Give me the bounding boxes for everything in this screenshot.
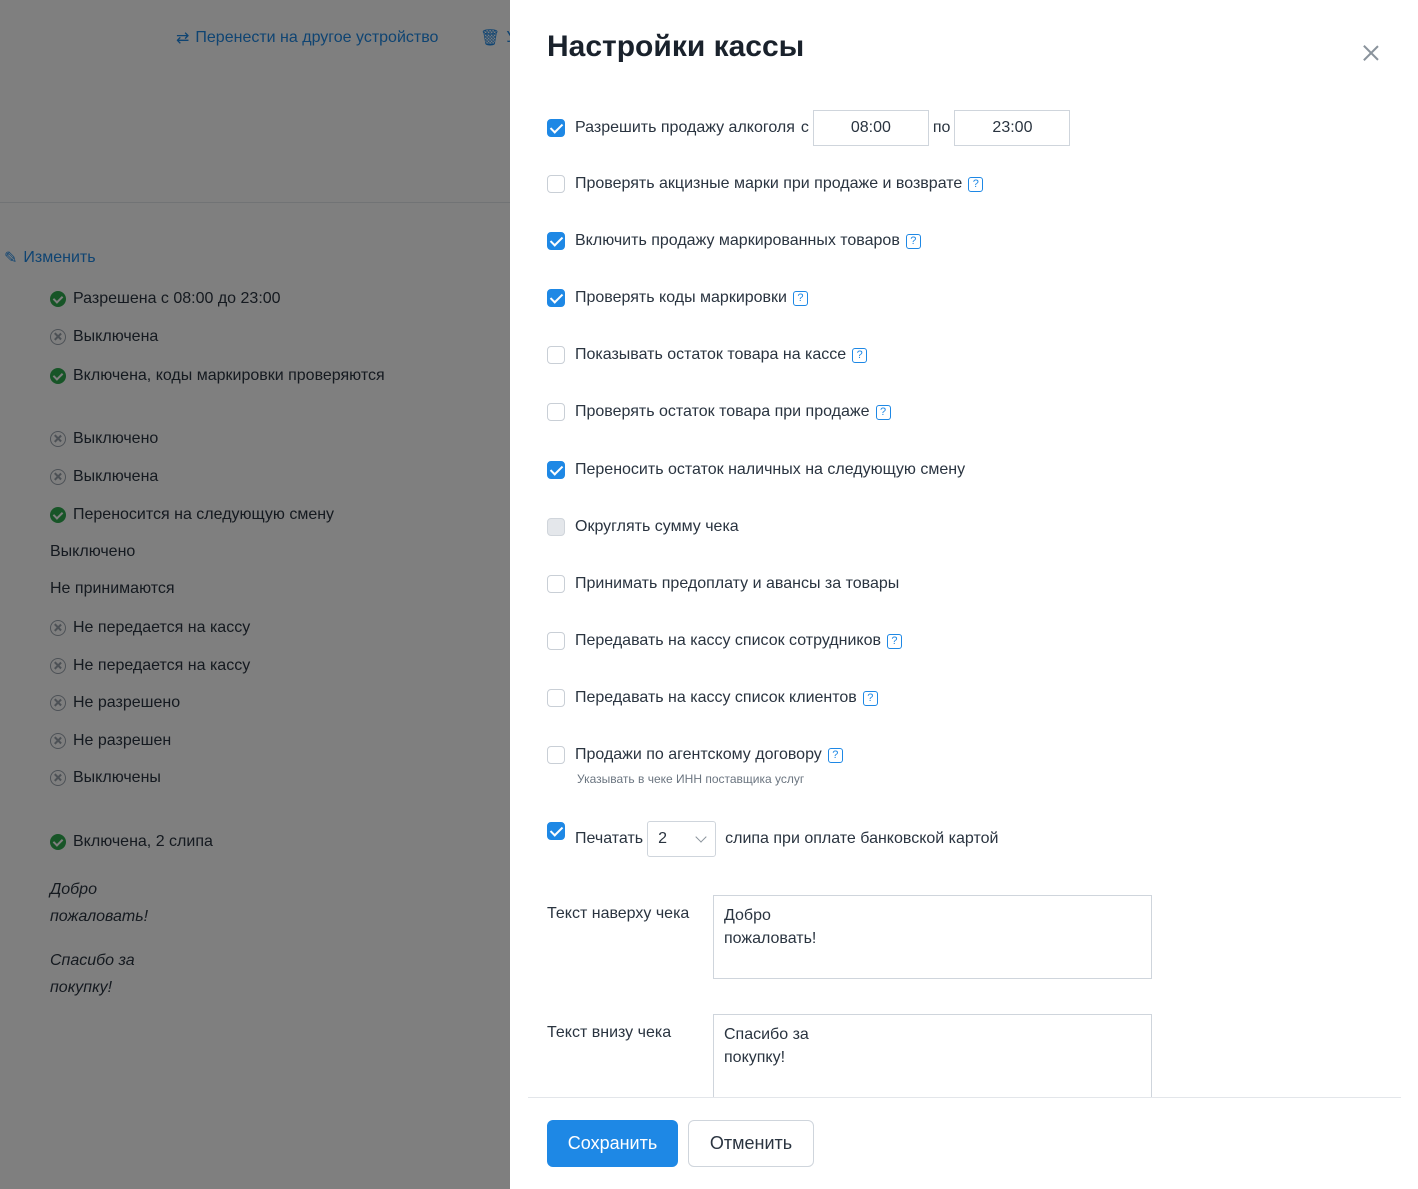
clients-list-checkbox[interactable] <box>547 689 565 707</box>
modal-backdrop[interactable] <box>0 0 510 1189</box>
option-agent-sales: Продажи по агентскому договору ? <box>547 746 843 764</box>
help-icon[interactable]: ? <box>886 633 902 649</box>
close-icon[interactable] <box>1360 42 1382 64</box>
footer-text-field[interactable]: Спасибо за покупку! <box>713 1014 1152 1097</box>
footer-text-label: Текст внизу чека <box>547 1024 672 1041</box>
save-button[interactable]: Сохранить <box>547 1120 678 1167</box>
option-carry-cash: Переносить остаток наличных на следующую… <box>547 461 965 479</box>
option-show-stock: Показывать остаток товара на кассе ? <box>547 346 868 364</box>
round-total-checkbox <box>547 518 565 536</box>
print-slips-checkbox[interactable] <box>547 822 565 840</box>
agent-sales-hint: Указывать в чеке ИНН поставщика услуг <box>577 772 805 786</box>
help-icon[interactable]: ? <box>875 404 891 420</box>
marked-goods-checkbox[interactable] <box>547 232 565 250</box>
header-text-label: Текст наверху чека <box>547 905 690 922</box>
option-excise-check: Проверять акцизные марки при продаже и в… <box>547 175 984 193</box>
slips-count-select[interactable]: 2 <box>647 821 717 857</box>
footer-divider <box>528 1097 1401 1098</box>
alcohol-to-input[interactable] <box>954 110 1071 146</box>
chevron-down-icon <box>695 831 707 843</box>
show-stock-checkbox[interactable] <box>547 346 565 364</box>
carry-cash-checkbox[interactable] <box>547 461 565 479</box>
help-icon[interactable]: ? <box>792 290 808 306</box>
help-icon[interactable]: ? <box>968 176 984 192</box>
alcohol-checkbox[interactable] <box>547 119 565 137</box>
option-clients-list: Передавать на кассу список клиентов ? <box>547 689 878 707</box>
option-prepayment: Принимать предоплату и авансы за товары <box>547 575 899 593</box>
excise-check-checkbox[interactable] <box>547 175 565 193</box>
help-icon[interactable]: ? <box>905 233 921 249</box>
option-print-slips: Печатать 2 слипа при оплате банковской к… <box>547 821 998 857</box>
employees-list-checkbox[interactable] <box>547 632 565 650</box>
help-icon[interactable]: ? <box>852 347 868 363</box>
prepayment-checkbox[interactable] <box>547 575 565 593</box>
cancel-button[interactable]: Отменить <box>688 1120 814 1167</box>
agent-sales-checkbox[interactable] <box>547 746 565 764</box>
check-stock-checkbox[interactable] <box>547 403 565 421</box>
alcohol-from-input[interactable] <box>812 110 929 146</box>
page-title: Настройки кассы <box>547 30 805 63</box>
check-marking-codes-checkbox[interactable] <box>547 289 565 307</box>
option-round-total: Округлять сумму чека <box>547 518 739 536</box>
help-icon[interactable]: ? <box>862 690 878 706</box>
option-alcohol: Разрешить продажу алкоголя с по <box>547 110 1071 146</box>
option-marked-goods: Включить продажу маркированных товаров ? <box>547 232 921 250</box>
header-text-field[interactable]: Добро пожаловать! <box>713 895 1152 979</box>
option-employees-list: Передавать на кассу список сотрудников ? <box>547 632 902 650</box>
option-check-marking-codes: Проверять коды маркировки ? <box>547 289 808 307</box>
help-icon[interactable]: ? <box>827 747 843 763</box>
register-settings-panel: Настройки кассы Разрешить продажу алкого… <box>510 0 1418 1189</box>
option-check-stock: Проверять остаток товара при продаже ? <box>547 403 891 421</box>
